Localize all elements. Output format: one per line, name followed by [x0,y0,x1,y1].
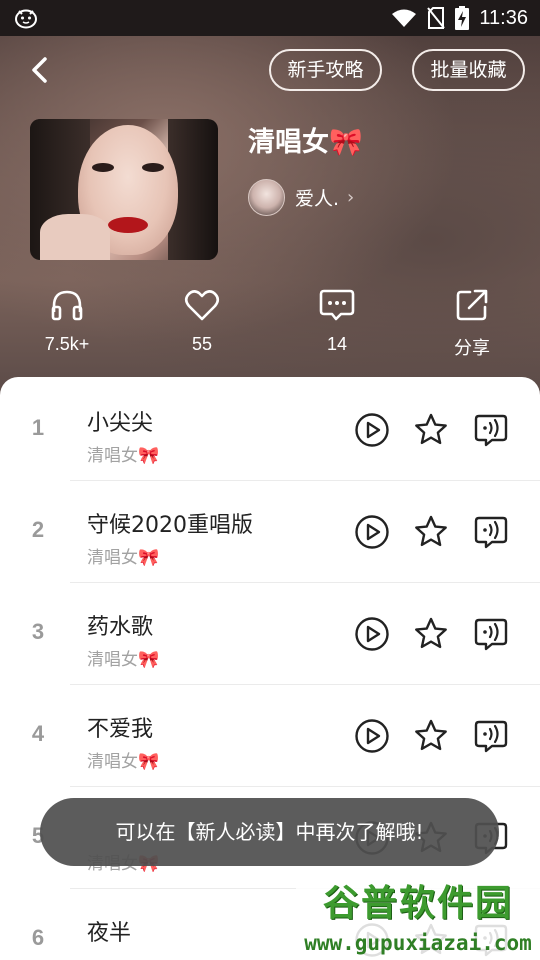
song-title: 药水歌 [87,615,154,640]
song-row[interactable]: 4 不爱我清唱女🎀 [0,685,540,787]
comment-count: 14 [326,334,348,354]
back-button[interactable] [24,52,56,88]
song-artist: 清唱女🎀 [87,752,160,772]
star-icon[interactable] [413,616,449,652]
play-circle-icon[interactable] [354,616,390,652]
song-title: 小尖尖 [87,411,154,436]
creator-name: 爱人. [295,187,340,210]
heart-icon [184,290,220,321]
cover-eye-right [142,163,164,172]
share-button[interactable]: 分享 [432,288,512,360]
cover-lips [108,217,148,233]
song-row[interactable]: 3 药水歌清唱女🎀 [0,583,540,685]
comment-button[interactable]: 14 [297,288,377,355]
like-button[interactable]: 55 [162,288,242,355]
star-icon[interactable] [413,718,449,754]
song-number: 4 [31,721,45,746]
batch-collect-button[interactable]: 批量收藏 [412,49,525,91]
song-artist: 清唱女🎀 [87,446,160,466]
watermark-url: www.gupuxiazai.com [304,931,532,955]
song-list: 1小尖尖清唱女🎀2守候2020重唱版清唱女🎀3药水歌清唱女🎀4不爱我清唱女🎀5清… [0,377,540,960]
star-icon[interactable] [413,514,449,550]
playlist-title: 清唱女🎀 [248,127,363,158]
like-count: 55 [191,334,213,354]
song-title: 不爱我 [87,717,154,742]
status-bar: 11:36 [0,0,540,36]
watermark-title: 谷普软件园 [322,883,513,924]
song-number: 3 [31,619,45,644]
wifi-icon [392,9,417,27]
song-artist: 清唱女🎀 [87,650,160,670]
battery-charging-icon [455,6,470,30]
toast-message: 可以在【新人必读】中再次了解哦! [40,798,499,866]
song-title: 夜半 [87,921,132,946]
share-label: 分享 [454,338,490,358]
beginner-guide-button[interactable]: 新手攻略 [269,49,382,91]
song-number: 6 [31,925,45,950]
comment-icon [319,289,355,321]
ringtone-icon[interactable] [473,412,509,448]
listen-count: 7.5k+ [44,334,90,354]
creator-profile-link[interactable]: 爱人. › [248,178,354,216]
status-time: 11:36 [479,6,528,29]
song-number: 2 [31,517,45,542]
cover-eye-left [92,163,114,172]
ringtone-icon[interactable] [473,616,509,652]
playlist-cover-image [30,119,218,260]
song-row[interactable]: 2 守候2020重唱版清唱女🎀 [0,481,540,583]
ringtone-icon[interactable] [473,718,509,754]
play-circle-icon[interactable] [354,514,390,550]
song-number: 1 [31,415,45,440]
headphones-icon [51,290,83,321]
song-row[interactable]: 1 小尖尖清唱女🎀 [0,379,540,481]
no-sim-icon [427,7,446,29]
watermark-logo: 谷普软件园 www.gupuxiazai.com [296,875,540,960]
star-icon[interactable] [413,412,449,448]
ringtone-icon[interactable] [473,514,509,550]
app-icon [15,9,37,29]
chevron-right-icon: › [347,186,355,208]
play-circle-icon[interactable] [354,718,390,754]
listen-count-stat: 7.5k+ [27,288,107,355]
cover-hand [40,214,110,260]
play-circle-icon[interactable] [354,412,390,448]
song-title: 守候2020重唱版 [87,513,253,538]
creator-avatar [248,178,285,216]
song-artist: 清唱女🎀 [87,548,160,568]
share-icon [456,289,488,321]
